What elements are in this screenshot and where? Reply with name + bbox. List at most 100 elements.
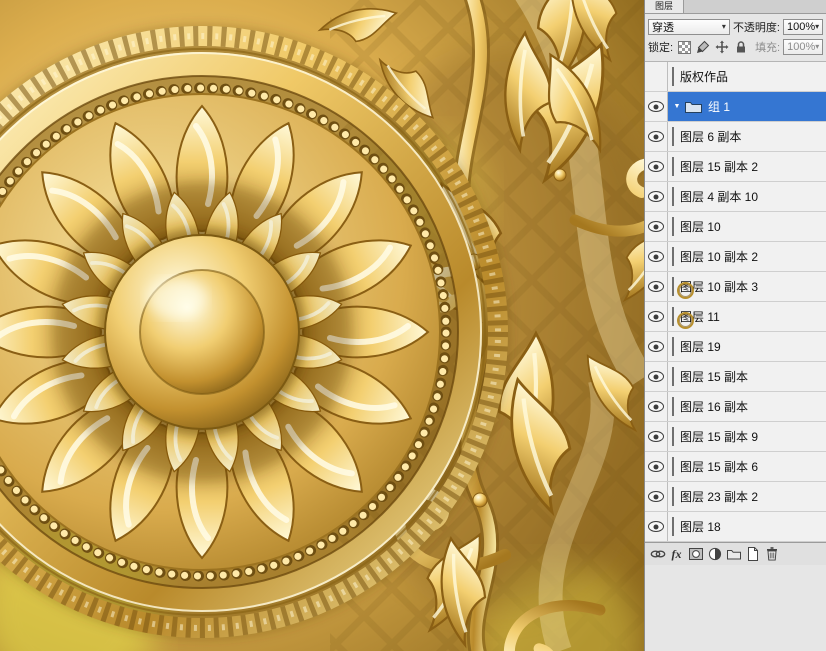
layer-visibility-toggle[interactable] bbox=[645, 422, 668, 451]
layer-visibility-eye-icon[interactable] bbox=[648, 491, 664, 502]
layer-visibility-eye-icon[interactable] bbox=[648, 341, 664, 352]
layer-name[interactable]: 图层 4 副本 10 bbox=[680, 188, 758, 205]
layer-visibility-eye-icon[interactable] bbox=[648, 251, 664, 262]
add-layer-mask-icon[interactable] bbox=[687, 546, 704, 563]
layer-visibility-toggle[interactable] bbox=[645, 362, 668, 391]
layer-visibility-toggle[interactable] bbox=[645, 302, 668, 331]
lock-position-move-icon[interactable] bbox=[714, 40, 730, 55]
layer-visibility-eye-icon[interactable] bbox=[648, 401, 664, 412]
layer-visibility-toggle[interactable] bbox=[645, 332, 668, 361]
blend-mode-dropdown[interactable]: 穿透 ▾ bbox=[648, 19, 730, 35]
layer-row[interactable]: 版权作品 bbox=[645, 62, 826, 92]
layer-thumbnail[interactable] bbox=[672, 426, 674, 446]
layer-visibility-eye-icon[interactable] bbox=[648, 161, 664, 172]
layer-thumbnail[interactable] bbox=[672, 246, 674, 266]
layer-thumbnail[interactable] bbox=[672, 486, 674, 506]
layer-name[interactable]: 图层 15 副本 bbox=[680, 368, 748, 385]
fill-value-box[interactable]: 100% ▾ bbox=[783, 39, 824, 55]
layer-name[interactable]: 图层 19 bbox=[680, 338, 721, 355]
layer-name[interactable]: 图层 10 bbox=[680, 218, 721, 235]
layer-visibility-eye-icon[interactable] bbox=[648, 461, 664, 472]
layer-visibility-toggle[interactable] bbox=[645, 182, 668, 211]
lock-label: 锁定: bbox=[648, 42, 674, 54]
layer-visibility-toggle[interactable] bbox=[645, 452, 668, 481]
layer-thumbnail[interactable] bbox=[672, 516, 674, 536]
layer-thumbnail[interactable] bbox=[672, 456, 674, 476]
opacity-value-box[interactable]: 100% ▾ bbox=[783, 19, 823, 35]
layer-row[interactable]: 图层 4 副本 10 bbox=[645, 182, 826, 212]
opacity-value: 100% bbox=[787, 21, 816, 33]
layer-visibility-eye-icon[interactable] bbox=[648, 371, 664, 382]
layer-thumbnail[interactable] bbox=[672, 276, 694, 299]
layer-row[interactable]: 图层 15 副本 bbox=[645, 362, 826, 392]
new-group-folder-icon[interactable] bbox=[725, 546, 742, 563]
layer-visibility-toggle[interactable] bbox=[645, 62, 668, 91]
layer-row[interactable]: 图层 15 副本 9 bbox=[645, 422, 826, 452]
lock-transparent-pixels-icon[interactable] bbox=[676, 40, 692, 55]
layer-row[interactable]: ▼ 组 1 bbox=[645, 92, 826, 122]
layer-visibility-toggle[interactable] bbox=[645, 512, 668, 541]
panel-empty-area bbox=[645, 565, 826, 651]
lock-all-padlock-icon[interactable] bbox=[733, 40, 749, 55]
layer-visibility-toggle[interactable] bbox=[645, 122, 668, 151]
layer-thumbnail[interactable] bbox=[672, 396, 674, 416]
layer-row[interactable]: 图层 16 副本 bbox=[645, 392, 826, 422]
layer-row[interactable]: 图层 6 副本 bbox=[645, 122, 826, 152]
layer-visibility-toggle[interactable] bbox=[645, 392, 668, 421]
layer-name[interactable]: 图层 6 副本 bbox=[680, 128, 741, 145]
layer-name[interactable]: 图层 16 副本 bbox=[680, 398, 748, 415]
document-canvas[interactable] bbox=[0, 0, 644, 651]
layer-thumbnail[interactable] bbox=[672, 156, 674, 176]
lock-image-pixels-brush-icon[interactable] bbox=[695, 40, 711, 55]
layer-thumbnail[interactable] bbox=[672, 66, 674, 86]
layer-name[interactable]: 图层 23 副本 2 bbox=[680, 488, 758, 505]
layer-thumbnail[interactable] bbox=[672, 126, 674, 146]
layer-name[interactable]: 图层 15 副本 6 bbox=[680, 458, 758, 475]
layer-thumbnail[interactable] bbox=[672, 336, 674, 356]
layer-visibility-eye-icon[interactable] bbox=[648, 131, 664, 142]
layer-thumbnail[interactable] bbox=[672, 306, 694, 329]
layer-visibility-toggle[interactable] bbox=[645, 272, 668, 301]
layer-name[interactable]: 组 1 bbox=[708, 98, 730, 115]
layer-name[interactable]: 图层 10 副本 2 bbox=[680, 248, 758, 265]
layer-visibility-eye-icon[interactable] bbox=[648, 431, 664, 442]
layer-name[interactable]: 图层 15 副本 9 bbox=[680, 428, 758, 445]
layer-row[interactable]: 图层 10 bbox=[645, 212, 826, 242]
layer-row[interactable]: 图层 11 bbox=[645, 302, 826, 332]
layer-visibility-toggle[interactable] bbox=[645, 242, 668, 271]
layer-visibility-toggle[interactable] bbox=[645, 92, 668, 121]
layer-visibility-toggle[interactable] bbox=[645, 482, 668, 511]
layer-visibility-eye-icon[interactable] bbox=[648, 281, 664, 292]
layer-row[interactable]: 图层 10 副本 2 bbox=[645, 242, 826, 272]
layer-name[interactable]: 图层 15 副本 2 bbox=[680, 158, 758, 175]
group-expand-arrow[interactable]: ▼ bbox=[672, 103, 682, 110]
layer-panel-controls: 穿透 ▾ 不透明度: 100% ▾ 锁定: 填充: 100% ▾ bbox=[645, 14, 826, 62]
layer-row[interactable]: 图层 15 副本 6 bbox=[645, 452, 826, 482]
layer-visibility-eye-icon[interactable] bbox=[648, 101, 664, 112]
layer-thumbnail[interactable] bbox=[672, 216, 674, 236]
layer-row[interactable]: 图层 19 bbox=[645, 332, 826, 362]
new-layer-icon[interactable] bbox=[744, 546, 761, 563]
layer-visibility-eye-icon[interactable] bbox=[648, 221, 664, 232]
layer-name[interactable]: 图层 18 bbox=[680, 518, 721, 535]
layer-visibility-toggle[interactable] bbox=[645, 212, 668, 241]
layer-row[interactable]: 图层 15 副本 2 bbox=[645, 152, 826, 182]
layer-row[interactable]: 图层 10 副本 3 bbox=[645, 272, 826, 302]
new-adjustment-layer-icon[interactable] bbox=[706, 546, 723, 563]
golden-ornament-artwork bbox=[0, 0, 644, 651]
layer-row[interactable]: 图层 23 副本 2 bbox=[645, 482, 826, 512]
layer-visibility-eye-icon[interactable] bbox=[648, 521, 664, 532]
layer-row[interactable]: 图层 18 bbox=[645, 512, 826, 542]
tab-layers[interactable]: 图层 bbox=[645, 0, 685, 13]
layer-visibility-eye-icon[interactable] bbox=[648, 311, 664, 322]
fill-value: 100% bbox=[787, 41, 816, 53]
link-layers-icon[interactable] bbox=[649, 546, 666, 563]
layer-visibility-eye-icon[interactable] bbox=[648, 191, 664, 202]
add-layer-style-fx-icon[interactable]: fx bbox=[668, 546, 685, 563]
delete-layer-trash-icon[interactable] bbox=[763, 546, 780, 563]
layer-visibility-toggle[interactable] bbox=[645, 152, 668, 181]
layer-name[interactable]: 版权作品 bbox=[680, 68, 728, 85]
layer-thumbnail[interactable] bbox=[672, 366, 674, 386]
lock-buttons bbox=[676, 40, 749, 55]
layer-thumbnail[interactable] bbox=[672, 186, 674, 206]
